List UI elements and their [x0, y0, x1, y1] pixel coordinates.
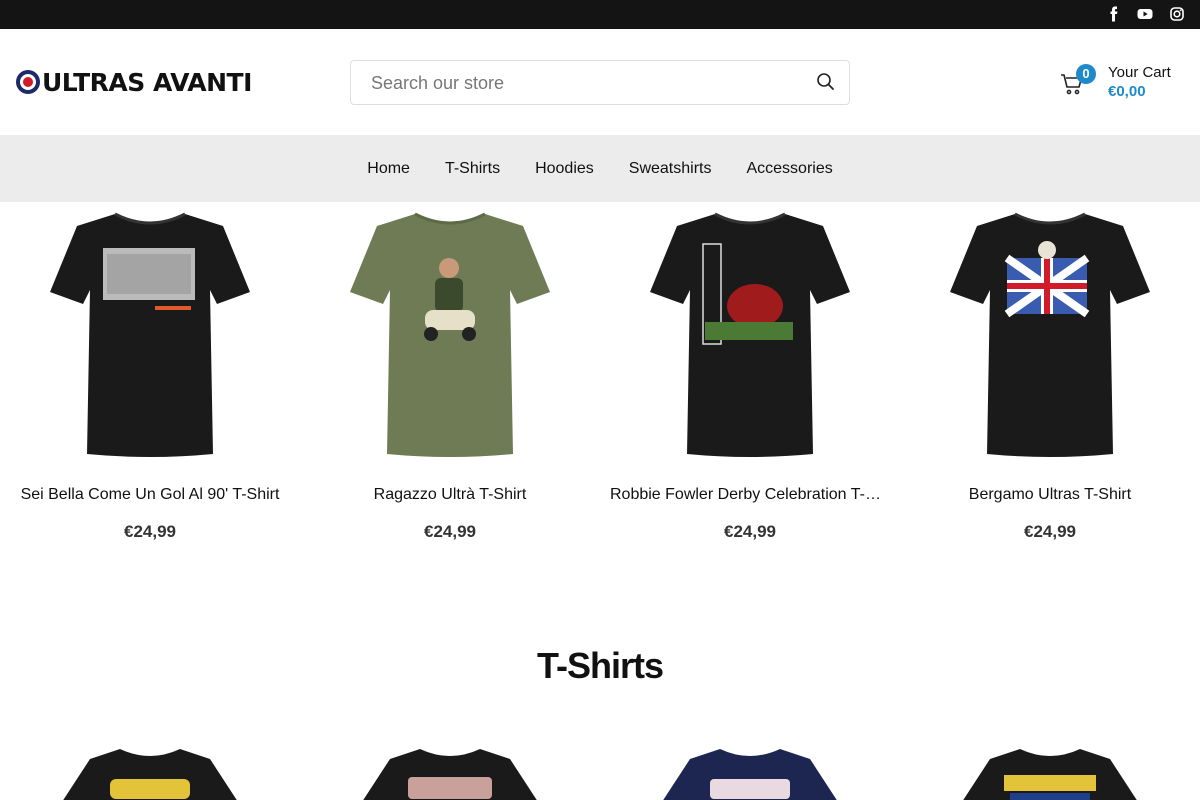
nav-item-sweatshirts[interactable]: Sweatshirts — [629, 160, 712, 178]
product-card[interactable]: Ragazzo Ultrà T-Shirt €24,99 — [300, 202, 600, 562]
nav-item-accessories[interactable]: Accessories — [746, 160, 832, 178]
logo-text: ULTRAS AVANTI — [42, 67, 252, 97]
t-shirt-shape — [350, 214, 550, 457]
nav-list: Home T-Shirts Hoodies Sweatshirts Access… — [0, 135, 1200, 202]
product-card[interactable]: Robbie Fowler Derby Celebration T-Shirt … — [600, 202, 900, 562]
search-bar — [350, 60, 850, 105]
cart-button[interactable]: 0 Your Cart €0,00 — [1060, 64, 1190, 104]
product-price: €24,99 — [124, 522, 176, 541]
search-input[interactable] — [371, 71, 801, 95]
instagram-icon[interactable] — [1169, 6, 1185, 22]
product-image[interactable] — [345, 210, 555, 460]
nav-item-t-shirts[interactable]: T-Shirts — [445, 160, 500, 178]
product-image[interactable] — [945, 210, 1155, 460]
nav-item-hoodies[interactable]: Hoodies — [535, 160, 594, 178]
t-shirts-grid — [0, 745, 1200, 800]
site-header: ULTRAS AVANTI 0 Your Cart €0,00 — [0, 29, 1200, 135]
youtube-icon[interactable] — [1137, 6, 1153, 22]
cart-count-badge: 0 — [1076, 64, 1096, 84]
product-title[interactable]: Bergamo Ultras T-Shirt — [910, 486, 1190, 504]
product-image[interactable] — [645, 210, 855, 460]
section-title: T-Shirts — [536, 645, 664, 686]
product-title[interactable]: Sei Bella Come Un Gol Al 90' T-Shirt — [10, 486, 290, 504]
product-title[interactable]: Ragazzo Ultrà T-Shirt — [310, 486, 590, 504]
search-button[interactable] — [815, 71, 837, 93]
product-image[interactable] — [350, 745, 550, 800]
search-icon — [817, 73, 834, 90]
main-nav: Home T-Shirts Hoodies Sweatshirts Access… — [0, 135, 1200, 202]
cart-label: Your Cart — [1108, 64, 1171, 81]
top-bar — [0, 0, 1200, 29]
product-title[interactable]: Robbie Fowler Derby Celebration T-Shirt — [610, 486, 890, 504]
nav-item-home[interactable]: Home — [367, 160, 410, 178]
product-card[interactable]: Bergamo Ultras T-Shirt €24,99 — [900, 202, 1200, 562]
product-image[interactable] — [950, 745, 1150, 800]
product-price: €24,99 — [424, 522, 476, 541]
product-card[interactable]: Sei Bella Come Un Gol Al 90' T-Shirt €24… — [0, 202, 300, 562]
facebook-icon[interactable] — [1106, 6, 1122, 22]
roundel-icon — [16, 70, 40, 94]
cart-total: €0,00 — [1108, 83, 1146, 100]
product-price: €24,99 — [724, 522, 776, 541]
product-price: €24,99 — [1024, 522, 1076, 541]
product-image[interactable] — [50, 745, 250, 800]
product-image[interactable] — [650, 745, 850, 800]
product-image[interactable] — [45, 210, 255, 460]
site-logo[interactable]: ULTRAS AVANTI — [16, 67, 252, 97]
